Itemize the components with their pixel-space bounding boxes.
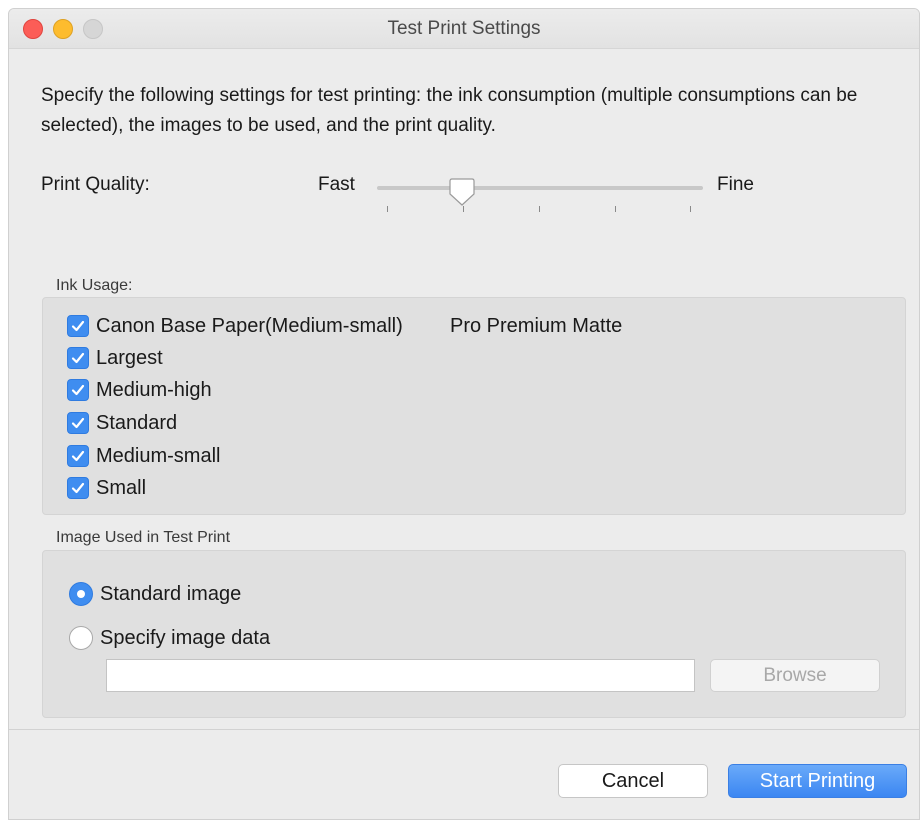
slider-thumb[interactable]	[449, 177, 475, 207]
ink-usage-label: Ink Usage:	[56, 277, 133, 294]
slider-min-label: Fast	[318, 174, 355, 195]
media-name-label: Pro Premium Matte	[450, 314, 623, 337]
checkbox-checked[interactable]	[67, 347, 89, 369]
ink-option-medium-high[interactable]: Medium-high	[67, 376, 212, 404]
ink-option-standard[interactable]: Standard	[67, 409, 177, 437]
slider-tick	[539, 206, 540, 212]
title-bar[interactable]: Test Print Settings	[9, 9, 919, 49]
radio-label: Standard image	[100, 582, 242, 605]
ink-option-label: Medium-small	[96, 444, 221, 467]
print-quality-slider[interactable]	[377, 186, 703, 190]
checkbox-checked[interactable]	[67, 412, 89, 434]
footer-divider	[9, 729, 919, 730]
browse-button[interactable]: Browse	[710, 659, 880, 692]
dialog-window: Test Print Settings Specify the followin…	[8, 8, 920, 820]
print-quality-label: Print Quality:	[41, 174, 150, 195]
window-title: Test Print Settings	[387, 18, 541, 39]
ink-option-label: Standard	[96, 411, 178, 434]
ink-option-canon-base-paper[interactable]: Canon Base Paper(Medium-small)	[67, 312, 403, 340]
slider-tick	[690, 206, 691, 212]
radio-selected[interactable]	[69, 582, 93, 606]
checkbox-checked[interactable]	[67, 379, 89, 401]
ink-option-medium-small[interactable]: Medium-small	[67, 442, 220, 470]
slider-tick	[615, 206, 616, 212]
image-path-input[interactable]	[106, 659, 695, 692]
checkbox-checked[interactable]	[67, 445, 89, 467]
ink-option-label: Small	[96, 476, 147, 499]
slider-tick	[387, 206, 388, 212]
checkbox-checked[interactable]	[67, 315, 89, 337]
cancel-button[interactable]: Cancel	[558, 764, 708, 798]
slider-max-label: Fine	[717, 174, 754, 195]
radio-unselected[interactable]	[69, 626, 93, 650]
image-used-label: Image Used in Test Print	[56, 529, 231, 546]
ink-option-label: Canon Base Paper(Medium-small)	[96, 314, 403, 337]
ink-option-largest[interactable]: Largest	[67, 344, 163, 372]
start-printing-button[interactable]: Start Printing	[728, 764, 907, 798]
radio-label: Specify image data	[100, 626, 271, 649]
ink-option-label: Medium-high	[96, 378, 212, 401]
description-text: Specify the following settings for test …	[41, 85, 858, 136]
ink-option-label: Largest	[96, 346, 163, 369]
checkbox-checked[interactable]	[67, 477, 89, 499]
radio-standard-image[interactable]: Standard image	[69, 579, 241, 609]
ink-option-small[interactable]: Small	[67, 474, 146, 502]
radio-specify-image-data[interactable]: Specify image data	[69, 623, 270, 653]
